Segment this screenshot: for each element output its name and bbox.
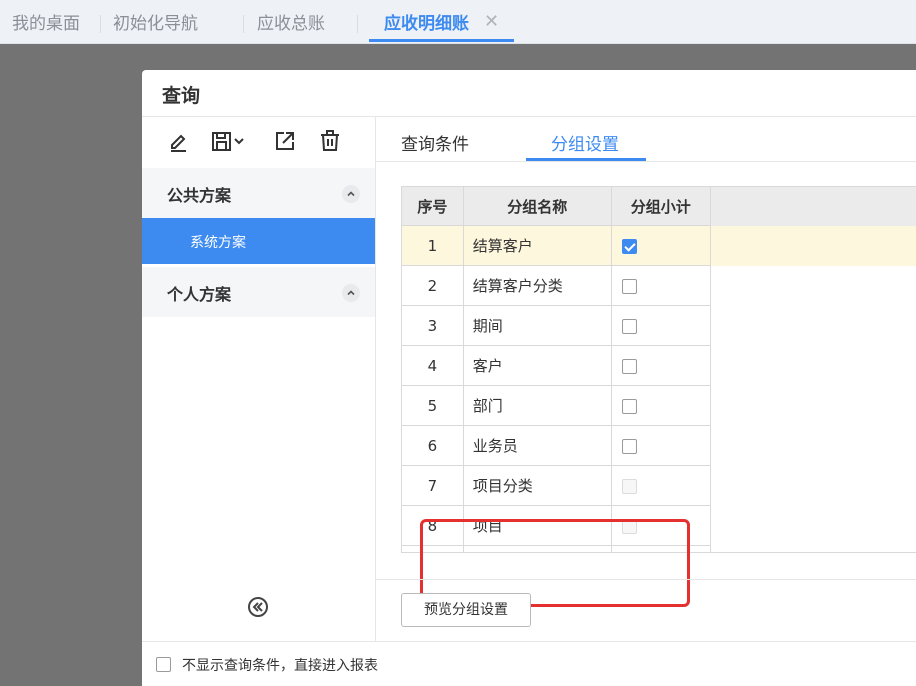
table-row[interactable]: 1 结算客户 (402, 225, 916, 266)
tab-init-navigation[interactable]: 初始化导航 (113, 0, 198, 44)
public-scheme-label: 公共方案 (167, 186, 232, 205)
tab-group-settings[interactable]: 分组设置 (551, 130, 619, 155)
subtotal-checkbox[interactable] (621, 318, 637, 334)
subtotal-checkbox-disabled (621, 478, 637, 494)
subtotal-checkbox[interactable] (621, 398, 637, 414)
delete-icon[interactable] (316, 127, 344, 155)
chevron-up-icon[interactable] (342, 284, 360, 302)
column-header-subtotal: 分组小计 (611, 187, 711, 226)
row-filler (710, 505, 916, 546)
table-row[interactable]: 2 结算客户分类 (402, 265, 916, 306)
save-icon[interactable] (209, 127, 249, 155)
scheme-item-label: 系统方案 (190, 235, 246, 251)
close-icon[interactable]: ✕ (484, 12, 499, 32)
group-name-cell: 期间 (463, 305, 612, 346)
collapse-panel-icon[interactable] (246, 595, 270, 619)
row-number: 1 (402, 225, 464, 266)
dialog-footer: 不显示查询条件，直接进入报表 (142, 641, 916, 686)
edit-icon[interactable] (164, 127, 192, 155)
header-filler (710, 187, 916, 226)
settings-panel: 查询条件 分组设置 序号 分组名称 分组小计 1 结算客户 2 结算客户分类 3… (376, 117, 916, 641)
table-row[interactable]: 3 期间 (402, 305, 916, 346)
preview-group-settings-button[interactable]: 预览分组设置 (401, 593, 531, 627)
subtotal-checkbox[interactable] (621, 358, 637, 374)
personal-scheme-group[interactable]: 个人方案 (142, 267, 375, 317)
tab-receivable-detail[interactable]: 应收明细账 (384, 0, 469, 44)
group-settings-grid: 序号 分组名称 分组小计 1 结算客户 2 结算客户分类 3 期间 4 客户 5… (401, 186, 916, 553)
skip-query-checkbox[interactable] (156, 657, 171, 672)
chevron-up-icon[interactable] (342, 185, 360, 203)
tab-divider (357, 15, 358, 33)
row-number: 2 (402, 265, 464, 306)
divider (376, 579, 916, 580)
personal-scheme-label: 个人方案 (167, 285, 232, 304)
group-name-cell: 结算客户 (463, 225, 612, 266)
group-name-cell: 项目分类 (463, 465, 612, 506)
scheme-panel: 公共方案 系统方案 个人方案 (142, 117, 376, 641)
scheme-item-system[interactable]: 系统方案 (142, 218, 375, 264)
row-number: 3 (402, 305, 464, 346)
row-filler (710, 425, 916, 466)
column-header-no: 序号 (402, 187, 464, 226)
group-name-cell: 客户 (463, 345, 612, 386)
tab-divider (243, 15, 244, 33)
scheme-toolbar (142, 117, 375, 167)
subtotal-checkbox[interactable] (621, 438, 637, 454)
table-row[interactable]: 7 项目分类 (402, 465, 916, 506)
row-filler (710, 225, 916, 266)
active-tab-indicator (369, 39, 514, 42)
table-row[interactable]: 4 客户 (402, 345, 916, 386)
tab-query-conditions[interactable]: 查询条件 (401, 130, 469, 155)
group-name-cell: 业务员 (463, 425, 612, 466)
row-number: 5 (402, 385, 464, 426)
row-number: 6 (402, 425, 464, 466)
row-filler (710, 305, 916, 346)
export-icon[interactable] (271, 127, 299, 155)
row-filler (710, 345, 916, 386)
tab-divider (100, 15, 101, 33)
row-filler (710, 265, 916, 306)
dialog-title: 查询 (162, 85, 201, 107)
tab-my-desktop[interactable]: 我的桌面 (12, 0, 80, 44)
query-dialog: 查询 公共方案 系统方案 个人方案 查询条件 分组设置 序号 分组名称 分组小计… (142, 70, 916, 686)
grid-header-row: 序号 分组名称 分组小计 (402, 187, 916, 226)
row-number: 4 (402, 345, 464, 386)
subtotal-checkbox[interactable] (621, 238, 637, 254)
row-number: 7 (402, 465, 464, 506)
subtotal-checkbox[interactable] (621, 278, 637, 294)
public-scheme-group[interactable]: 公共方案 (142, 168, 375, 218)
column-header-group-name: 分组名称 (463, 187, 612, 226)
tab-receivable-ledger[interactable]: 应收总账 (257, 0, 325, 44)
group-name-cell: 结算客户分类 (463, 265, 612, 306)
row-filler (710, 385, 916, 426)
group-name-cell: 部门 (463, 385, 612, 426)
skip-query-label[interactable]: 不显示查询条件，直接进入报表 (182, 655, 378, 675)
table-row[interactable]: 5 部门 (402, 385, 916, 426)
top-tab-bar: 我的桌面 初始化导航 应收总账 应收明细账 ✕ (0, 0, 916, 44)
table-row[interactable]: 6 业务员 (402, 425, 916, 466)
row-filler (710, 465, 916, 506)
divider (376, 161, 916, 162)
